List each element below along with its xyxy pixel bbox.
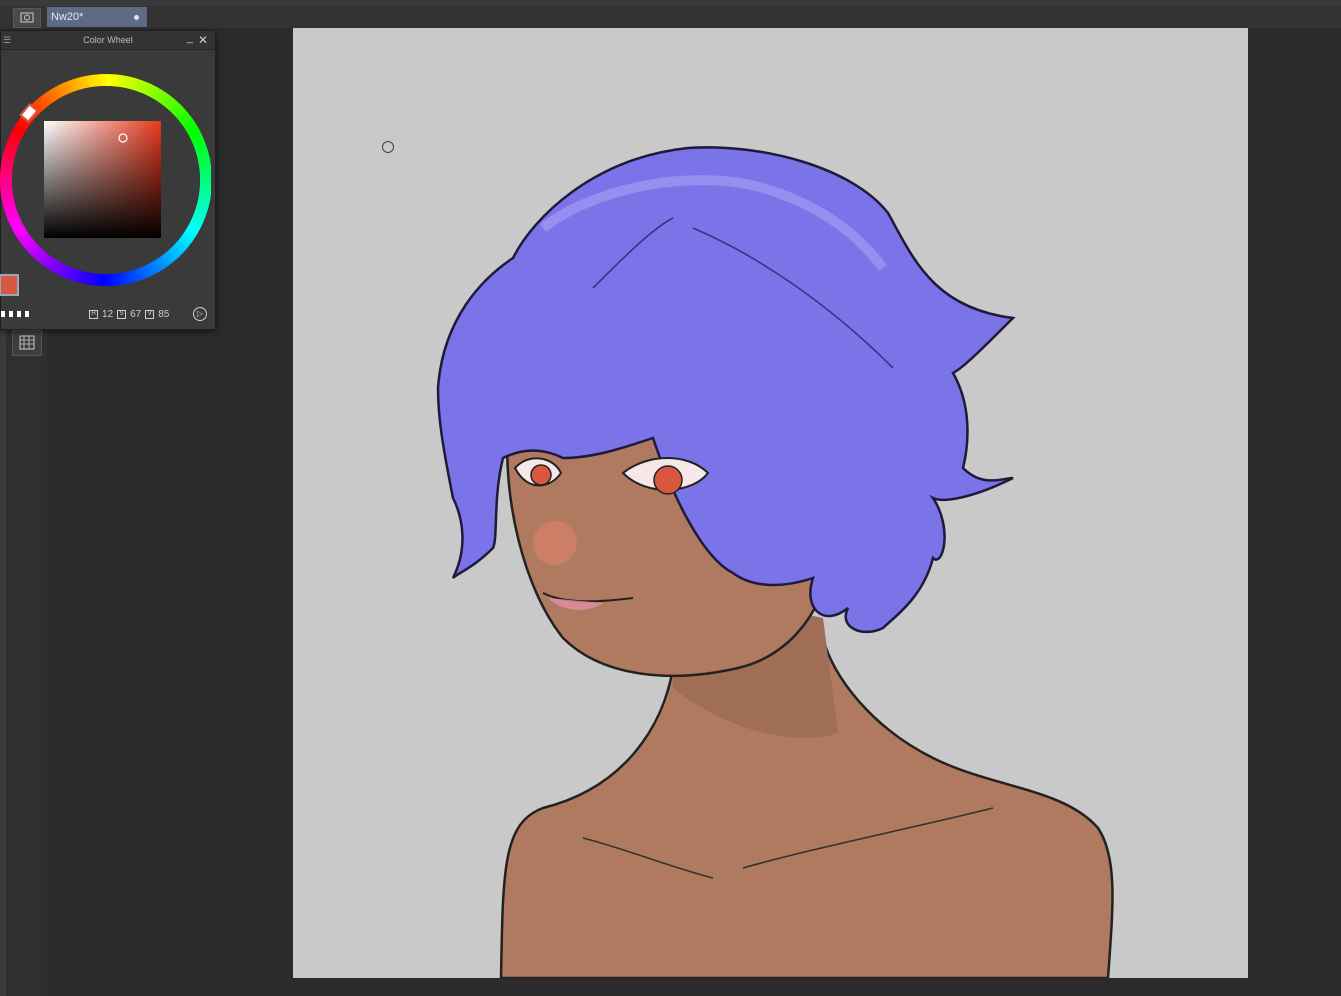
panel-grip-icon[interactable]: ☰ xyxy=(3,31,11,49)
left-scroll-strip[interactable] xyxy=(0,330,6,996)
hue-icon: H xyxy=(89,310,98,319)
document-tab-title: Nw20* xyxy=(51,11,84,23)
artwork-illustration xyxy=(436,146,1114,978)
hsv-readout: H 12 S 67 V 85 xyxy=(89,309,169,320)
saturation-value: 67 xyxy=(130,309,142,320)
panel-title-bar[interactable]: ☰ Color Wheel _ ✕ xyxy=(1,31,215,50)
transparent-swatch[interactable] xyxy=(1,311,31,317)
brush-cursor-icon xyxy=(382,141,394,153)
document-tab-bar: Nw20* xyxy=(0,6,1341,28)
drawing-canvas[interactable] xyxy=(293,28,1248,978)
document-tab[interactable]: Nw20* xyxy=(47,7,147,27)
color-wheel-panel: ☰ Color Wheel _ ✕ H 12 S 67 V 85 ▷ xyxy=(0,30,216,330)
panel-title: Color Wheel xyxy=(83,35,133,45)
main-color-swatch[interactable] xyxy=(0,274,19,296)
unsaved-dot xyxy=(134,15,139,20)
play-icon[interactable]: ▷ xyxy=(193,307,207,321)
close-icon[interactable]: ✕ xyxy=(198,31,208,49)
minimize-icon[interactable]: _ xyxy=(187,29,193,47)
saturation-icon: S xyxy=(117,310,127,319)
value-icon: V xyxy=(145,310,155,319)
camera-icon[interactable] xyxy=(13,8,41,28)
value-value: 85 xyxy=(158,309,170,320)
hue-wheel[interactable] xyxy=(0,71,212,289)
hue-value: 12 xyxy=(102,309,114,320)
grid-icon[interactable] xyxy=(12,330,42,356)
